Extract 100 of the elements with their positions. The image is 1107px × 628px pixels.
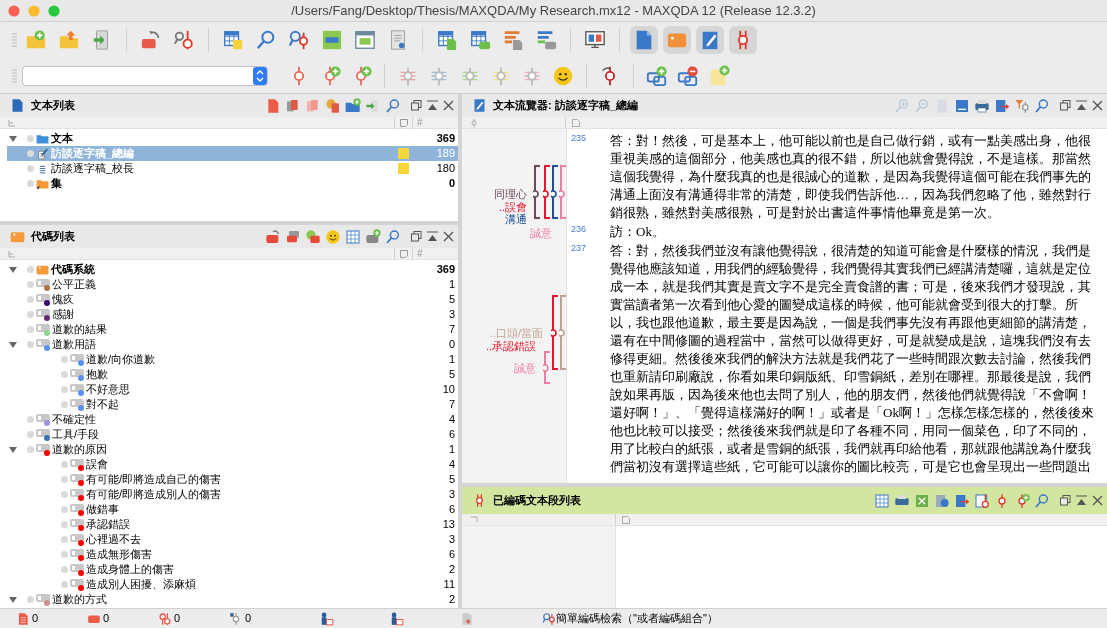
tree-row[interactable]: 訪談逐字稿_校長 180 xyxy=(7,161,458,176)
code-system-icon xyxy=(35,263,50,276)
code-combobox[interactable] xyxy=(22,65,268,86)
search-icon[interactable] xyxy=(1034,492,1050,509)
search-icon[interactable] xyxy=(385,97,401,114)
code-stripe[interactable] xyxy=(533,165,541,219)
toolbar-button[interactable] xyxy=(630,26,658,54)
status-dot-icon xyxy=(61,581,68,588)
item-label: 有可能/即將造成自己的傷害 xyxy=(86,472,222,487)
expanded-triangle-icon[interactable] xyxy=(9,445,17,454)
drag-handle-icon[interactable] xyxy=(12,32,17,48)
color-documents-icon[interactable] xyxy=(325,97,341,114)
close-icon[interactable] xyxy=(443,231,454,242)
toolbar-button[interactable] xyxy=(696,26,724,54)
zoom-button[interactable] xyxy=(48,5,60,17)
collapse-icon[interactable] xyxy=(1076,495,1087,506)
spreadsheet-icon[interactable] xyxy=(914,492,930,509)
smiley-icon[interactable] xyxy=(325,228,341,245)
code-label[interactable]: 誠意 xyxy=(530,227,552,240)
user-document-icon[interactable] xyxy=(390,611,404,626)
memo-column-icon[interactable] xyxy=(399,118,408,127)
collapse-icon[interactable] xyxy=(427,231,438,242)
export-icon[interactable] xyxy=(954,492,970,509)
folder-add-icon xyxy=(25,29,47,51)
text-column-icon[interactable] xyxy=(622,515,630,524)
status-dot-icon xyxy=(61,386,68,393)
expanded-triangle-icon[interactable] xyxy=(9,340,17,349)
documents-icon[interactable] xyxy=(285,97,301,114)
item-count: 0 xyxy=(447,337,456,352)
item-label: 訪談逐字稿_校長 xyxy=(51,161,135,176)
status-dot-icon xyxy=(27,296,34,303)
code-stripe[interactable] xyxy=(551,165,559,219)
restore-icon[interactable] xyxy=(411,231,422,242)
document-icon xyxy=(16,611,30,626)
collapse-icon[interactable] xyxy=(427,100,438,111)
code-label[interactable]: 同理心 xyxy=(494,188,527,201)
tag-undo-icon[interactable] xyxy=(265,228,281,245)
status-dot-icon xyxy=(61,551,68,558)
tag-undo-icon xyxy=(140,29,162,51)
item-label: 承認錯誤 xyxy=(86,517,130,532)
list-document-icon xyxy=(502,29,524,51)
restore-icon[interactable] xyxy=(1060,100,1071,111)
search-icon[interactable] xyxy=(385,228,401,245)
tag-add-icon[interactable] xyxy=(365,228,381,245)
item-label: 道歉用語 xyxy=(52,337,96,352)
expanded-triangle-icon[interactable] xyxy=(9,134,17,143)
restore-icon[interactable] xyxy=(1060,495,1071,506)
status-count: 0 xyxy=(103,611,110,627)
table-icon[interactable] xyxy=(874,492,890,509)
note-add-icon[interactable] xyxy=(708,64,730,87)
web-export-icon[interactable] xyxy=(934,492,950,509)
folder-add-icon[interactable] xyxy=(345,97,361,114)
table-icon[interactable] xyxy=(345,228,361,245)
paragraph-text: 訪：Ok。 xyxy=(609,223,665,241)
paragraph-text: 答：對！然後，可是基本上，他可能以前也是自己做行銷，或有一點美感出身，他很 重視美感的這個部分，他美感也真的很不錯，所以他就會覺得說，不是這樣。那當然 這個我覺得，為什麼我真的也是很誠心的道歉，是因為我覺得這個可能在我們事先的 溝通上面沒有溝通得非常的清楚，即使我們告訴他…，因為我們忽略了他，雖然對行 銷很熟，雖然對美感很熟，可是對於出書這件事情他畢竟是第一次。 xyxy=(609,132,1091,222)
tree-row[interactable]: 集 0 xyxy=(7,176,458,191)
user-document-icon[interactable] xyxy=(320,611,334,626)
document-arrow-icon[interactable] xyxy=(460,611,474,626)
drag-handle-icon[interactable] xyxy=(12,67,17,84)
code-stripe[interactable] xyxy=(551,295,559,370)
code-stripe[interactable] xyxy=(543,165,551,219)
panels-icon xyxy=(321,29,343,51)
close-icon[interactable] xyxy=(443,100,454,111)
code-label[interactable]: 誠意 xyxy=(514,362,536,375)
item-label: 造成無形傷害 xyxy=(86,547,152,562)
close-icon[interactable] xyxy=(1092,495,1103,506)
text-column-icon[interactable] xyxy=(572,118,580,127)
status-dot-icon xyxy=(27,326,34,333)
tags-icon[interactable] xyxy=(285,228,301,245)
print-icon[interactable] xyxy=(974,97,990,114)
expanded-triangle-icon[interactable] xyxy=(9,595,17,604)
close-button[interactable] xyxy=(8,5,20,17)
color-tag-icon[interactable] xyxy=(305,228,321,245)
restore-icon[interactable] xyxy=(411,100,422,111)
code-system-icon xyxy=(10,229,25,244)
expanded-triangle-icon[interactable] xyxy=(9,265,17,274)
paragraph-number: 236 xyxy=(571,224,588,234)
import-icon[interactable] xyxy=(365,97,381,114)
tree-row[interactable]: 文本 369 xyxy=(7,131,458,146)
item-count: 6 xyxy=(447,427,456,442)
collapse-icon[interactable] xyxy=(1076,100,1087,111)
link-add-icon[interactable] xyxy=(646,64,668,87)
memo-column-icon[interactable] xyxy=(399,249,408,258)
documents-icon[interactable] xyxy=(305,97,321,114)
code-label[interactable]: 溝通 xyxy=(505,213,527,226)
status-dot-icon xyxy=(27,446,34,453)
item-count: 1 xyxy=(447,442,456,457)
smiley-icon[interactable] xyxy=(552,64,574,87)
close-icon[interactable] xyxy=(1092,100,1103,111)
toolbar-button[interactable] xyxy=(729,26,757,54)
export-icon[interactable] xyxy=(994,97,1010,114)
selected-row[interactable]: 訪談逐字稿_總編 189 xyxy=(7,146,458,161)
code-label[interactable]: ..口頭/當面 xyxy=(489,327,543,340)
table-code-icon[interactable] xyxy=(974,492,990,509)
code-label[interactable]: ..承認錯誤 xyxy=(485,340,536,353)
filter-code-icon[interactable] xyxy=(1014,97,1030,114)
code-label[interactable]: ..誤會 xyxy=(498,201,527,214)
search-icon[interactable] xyxy=(1034,97,1050,114)
link-remove-icon[interactable] xyxy=(677,64,699,87)
document-icon[interactable] xyxy=(265,97,281,114)
